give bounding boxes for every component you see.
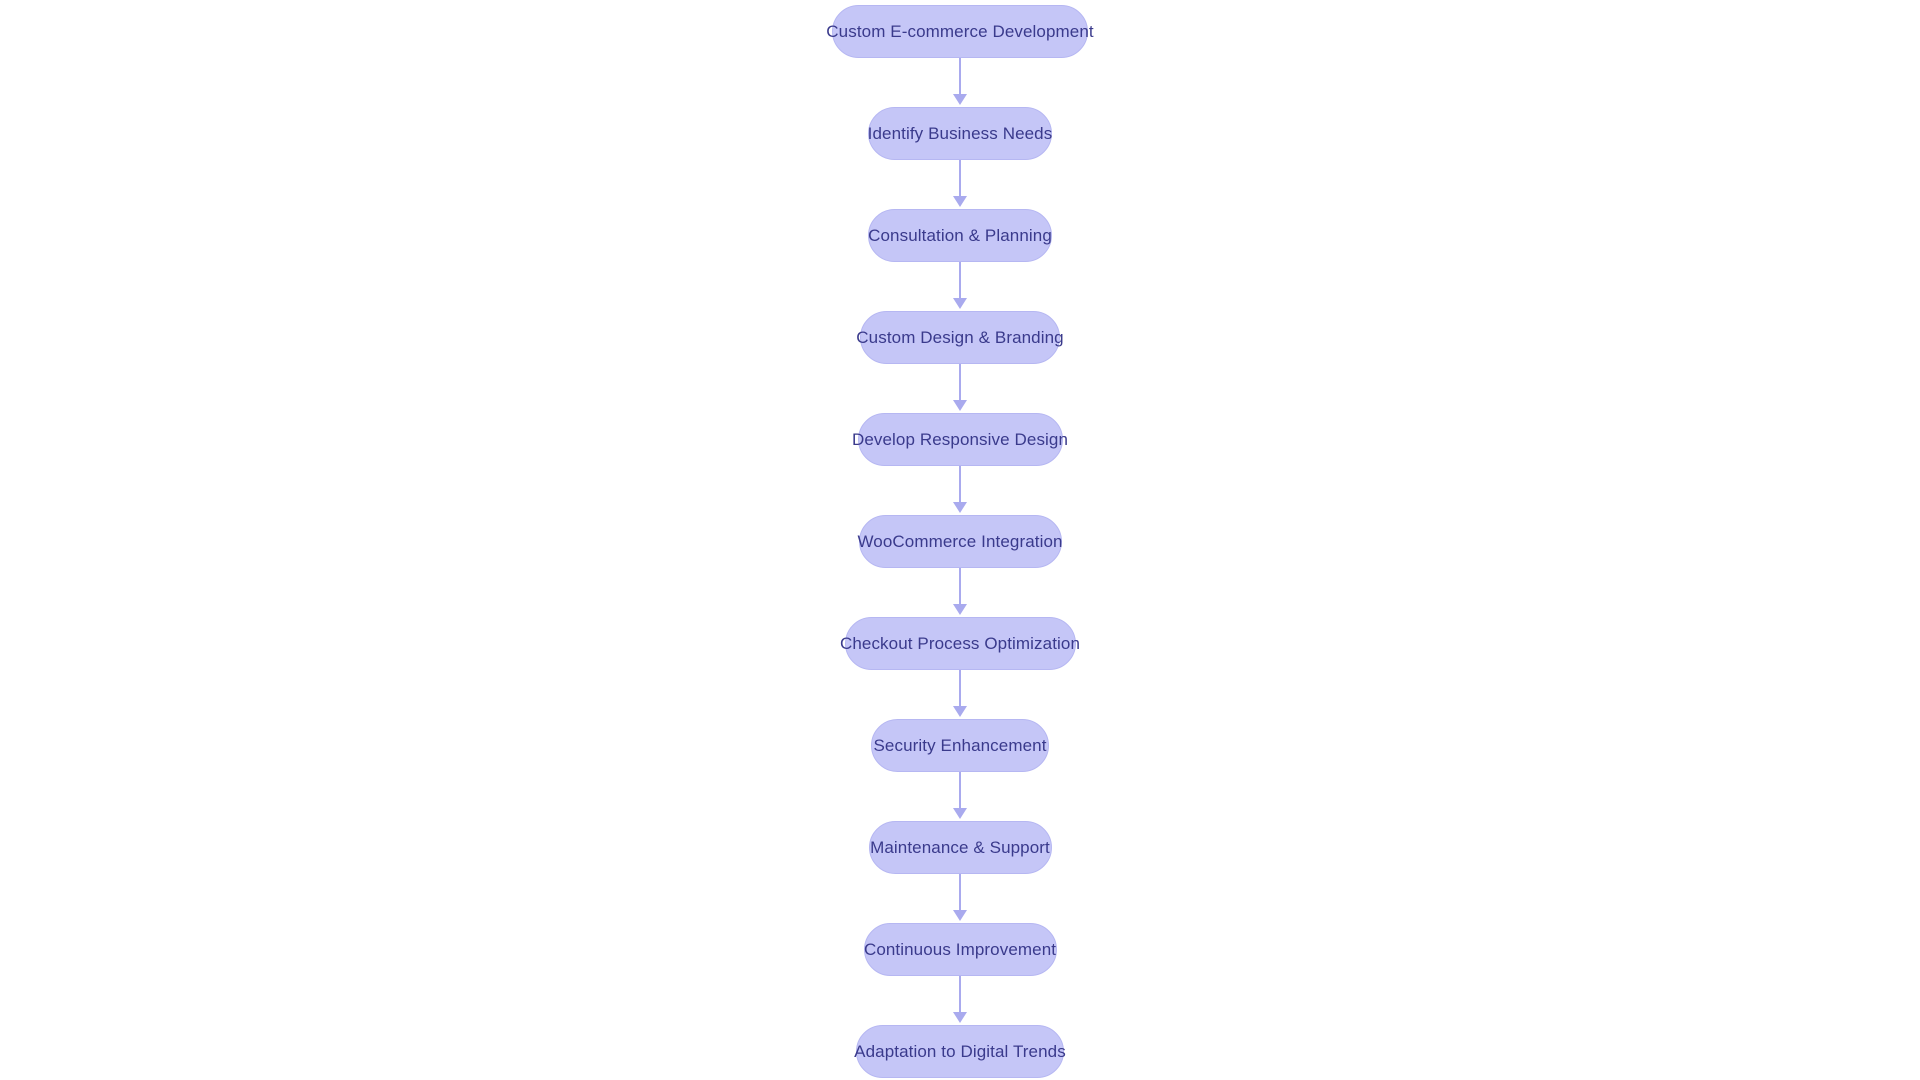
connector-line	[959, 262, 961, 300]
arrow-down-icon	[953, 808, 967, 819]
flow-node-n10[interactable]: Continuous Improvement	[863, 923, 1057, 976]
arrow-down-icon	[953, 298, 967, 309]
flow-node-n4[interactable]: Custom Design & Branding	[856, 311, 1064, 364]
flow-node-n3[interactable]: Consultation & Planning	[868, 209, 1052, 262]
connector-line	[959, 976, 961, 1014]
arrow-down-icon	[953, 1012, 967, 1023]
arrow-down-icon	[953, 400, 967, 411]
arrow-down-icon	[953, 604, 967, 615]
flow-node-n2[interactable]: Identify Business Needs	[868, 107, 1052, 160]
flow-connector-arrow	[950, 976, 970, 1025]
connector-line	[959, 670, 961, 708]
flow-connector-arrow	[950, 772, 970, 821]
flow-connector-arrow	[950, 58, 970, 107]
flow-connector-arrow	[950, 466, 970, 515]
arrow-down-icon	[953, 502, 967, 513]
connector-line	[959, 772, 961, 810]
flow-node-n6[interactable]: WooCommerce Integration	[857, 515, 1062, 568]
flow-node-n1[interactable]: Custom E-commerce Development	[826, 5, 1094, 58]
connector-line	[959, 364, 961, 402]
arrow-down-icon	[953, 94, 967, 105]
arrow-down-icon	[953, 910, 967, 921]
flow-node-n5[interactable]: Develop Responsive Design	[852, 413, 1068, 466]
flow-node-n8[interactable]: Security Enhancement	[871, 719, 1049, 772]
arrow-down-icon	[953, 196, 967, 207]
connector-line	[959, 160, 961, 198]
flow-connector-arrow	[950, 568, 970, 617]
flow-node-n11[interactable]: Adaptation to Digital Trends	[854, 1025, 1066, 1078]
flow-connector-arrow	[950, 364, 970, 413]
flow-connector-arrow	[950, 874, 970, 923]
connector-line	[959, 466, 961, 504]
flow-connector-arrow	[950, 160, 970, 209]
flow-node-n7[interactable]: Checkout Process Optimization	[840, 617, 1080, 670]
flowchart-node-column: Custom E-commerce Development Identify Bu…	[0, 0, 1920, 1078]
connector-line	[959, 568, 961, 606]
flow-node-n9[interactable]: Maintenance & Support	[868, 821, 1052, 874]
flow-connector-arrow	[950, 670, 970, 719]
flow-connector-arrow	[950, 262, 970, 311]
connector-line	[959, 874, 961, 912]
arrow-down-icon	[953, 706, 967, 717]
flowchart-canvas: Custom E-commerce Development Identify Bu…	[0, 0, 1920, 1080]
connector-line	[959, 58, 961, 96]
